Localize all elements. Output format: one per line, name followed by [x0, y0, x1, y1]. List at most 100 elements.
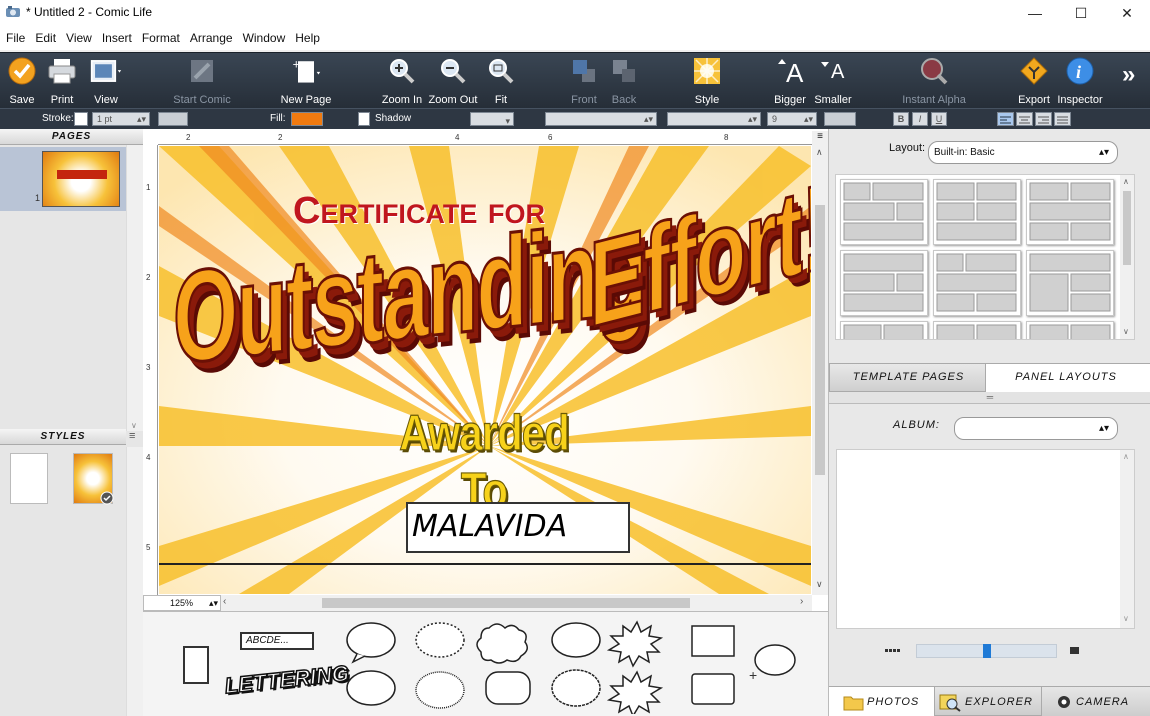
menu-view[interactable]: View — [62, 31, 96, 45]
layout-select[interactable]: Built-in: Basic ▴▾ — [928, 141, 1118, 164]
scroll-down-icon: ∨ — [1123, 614, 1129, 623]
layout-scroll-thumb[interactable] — [1123, 191, 1131, 265]
stroke-style-swatch[interactable] — [158, 112, 188, 126]
close-icon: ✕ — [1121, 4, 1133, 21]
comic-life-app-icon — [6, 6, 20, 17]
style-button[interactable]: Style — [677, 55, 737, 106]
inspector-button[interactable]: i Inspector — [1050, 55, 1110, 106]
layout-label: Layout: — [889, 142, 926, 154]
fill-color-swatch[interactable] — [291, 112, 323, 126]
menu-file[interactable]: File — [2, 31, 29, 45]
shadow-checkbox[interactable] — [358, 112, 370, 126]
tab-explorer[interactable]: EXPLORER — [934, 686, 1042, 716]
stroke-label: Stroke: — [42, 113, 74, 124]
format-bar: Stroke: 1 pt ▴▾ Fill: Shadow ▾ ▴▾ ▴▾ 9 ▴▾ … — [0, 108, 1150, 129]
ruler-corner-menu[interactable]: ≡ — [812, 131, 828, 145]
font-family-select[interactable]: ▴▾ — [545, 112, 657, 126]
align-justify-button[interactable] — [1054, 112, 1071, 126]
pages-scrollbar[interactable]: ∨ — [126, 145, 143, 431]
comic-page[interactable]: Certificate for Outstanding Effort! Awar… — [159, 146, 811, 594]
scroll-up-icon: ∧ — [1123, 177, 1129, 186]
page-number: 1 — [35, 193, 41, 203]
maximize-button[interactable]: ☐ — [1058, 0, 1104, 26]
slider-thumb[interactable] — [983, 644, 991, 658]
panel-shape-item[interactable] — [183, 646, 209, 684]
recipient-name-box[interactable]: MALAVIDA — [406, 502, 630, 553]
lettering-item[interactable]: LETTERING — [223, 660, 351, 708]
bold-button[interactable]: B — [893, 112, 909, 126]
tab-panel-layouts[interactable]: PANEL LAYOUTS — [986, 363, 1150, 392]
view-icon — [90, 55, 122, 87]
page-thumbnail-selected[interactable]: 1 — [0, 147, 126, 211]
fit-button[interactable]: Fit — [471, 55, 531, 106]
styles-menu-icon[interactable]: ≡ — [129, 430, 135, 442]
stepper-icon: ▴▾ — [208, 598, 218, 608]
shadow-label: Shadow — [375, 113, 412, 124]
text-bigger-icon: A — [774, 55, 806, 87]
italic-button[interactable]: I — [912, 112, 928, 126]
tab-camera[interactable]: CAMERA — [1042, 686, 1150, 716]
menu-edit[interactable]: Edit — [31, 31, 60, 45]
view-button[interactable]: View — [76, 55, 136, 106]
text-color-swatch[interactable] — [824, 112, 856, 126]
instant-alpha-icon — [918, 55, 950, 87]
align-center-button[interactable] — [1016, 112, 1033, 126]
shadow-select[interactable]: ▾ — [470, 112, 514, 126]
align-left-button[interactable] — [997, 112, 1014, 126]
new-page-button[interactable]: + New Page — [276, 55, 336, 106]
stroke-color-swatch[interactable] — [74, 112, 88, 126]
menu-window[interactable]: Window — [239, 31, 290, 45]
font-size-select[interactable]: 9 ▴▾ — [767, 112, 817, 126]
font-style-select[interactable]: ▴▾ — [667, 112, 761, 126]
style-thumbnail-blank[interactable] — [10, 453, 48, 504]
close-button[interactable]: ✕ — [1104, 0, 1150, 26]
menu-help[interactable]: Help — [291, 31, 324, 45]
zoom-select[interactable]: 125% ▴▾ — [143, 595, 221, 611]
ruler-label: 4 — [455, 133, 460, 142]
style-thumbnail-burst[interactable] — [73, 453, 114, 505]
stroke-width-select[interactable]: 1 pt ▴▾ — [92, 112, 150, 126]
small-thumbnails-icon — [885, 649, 900, 652]
caption-item[interactable]: ABCDE... — [240, 632, 314, 650]
start-comic-button[interactable]: Start Comic — [172, 55, 232, 106]
toolbar-overflow-button[interactable]: » — [1122, 61, 1135, 89]
ruler-label: 5 — [146, 543, 151, 552]
tab-template-pages[interactable]: TEMPLATE PAGES — [829, 363, 986, 392]
styles-header-bar: STYLES ≡ — [0, 429, 143, 445]
minimize-button[interactable]: — — [1012, 0, 1058, 26]
explorer-icon — [939, 694, 961, 712]
vertical-scroll-thumb[interactable] — [815, 205, 825, 475]
canvas-horizontal-scrollbar[interactable]: 125% ▴▾ ‹ › — [143, 595, 812, 611]
bumpy-balloon-item — [415, 671, 465, 709]
stepper-icon: ▴▾ — [803, 114, 813, 124]
menu-insert[interactable]: Insert — [98, 31, 136, 45]
whisper-balloon-item — [415, 622, 465, 658]
menu-format[interactable]: Format — [138, 31, 184, 45]
album-select[interactable]: ▴▾ — [954, 417, 1118, 440]
large-thumbnails-icon — [1070, 647, 1079, 654]
panel-splitter[interactable]: ═ — [829, 392, 1150, 404]
align-justify-icon — [1057, 116, 1068, 124]
shout-balloon-item — [606, 620, 664, 668]
canvas-vertical-scrollbar[interactable]: ∧ ∨ — [812, 145, 828, 595]
smaller-button[interactable]: A Smaller — [803, 55, 863, 106]
export-icon — [1018, 55, 1050, 87]
styles-scrollbar[interactable] — [126, 447, 143, 716]
back-button[interactable]: Back — [594, 55, 654, 106]
album-label: ALBUM: — [893, 419, 940, 431]
align-right-button[interactable] — [1035, 112, 1052, 126]
scroll-left-icon: ‹ — [223, 596, 227, 607]
photo-browser[interactable]: ∧ ∨ — [836, 449, 1135, 629]
text-smaller-icon: A — [817, 55, 849, 87]
underline-button[interactable]: U — [931, 112, 947, 126]
left-panel: PAGES 1 ∨ STYLES ≡ — [0, 129, 143, 716]
instant-alpha-button[interactable]: Instant Alpha — [902, 55, 966, 106]
svg-text:A: A — [831, 61, 845, 83]
horizontal-scroll-thumb[interactable] — [322, 598, 690, 608]
photo-scrollbar[interactable]: ∧ ∨ — [1120, 450, 1134, 628]
tab-photos[interactable]: PHOTOS — [829, 686, 934, 716]
window-title: * Untitled 2 - Comic Life — [26, 5, 153, 19]
start-comic-icon — [186, 55, 218, 87]
menu-arrange[interactable]: Arrange — [186, 31, 237, 45]
layout-scrollbar[interactable]: ∧ ∨ — [1120, 175, 1134, 339]
